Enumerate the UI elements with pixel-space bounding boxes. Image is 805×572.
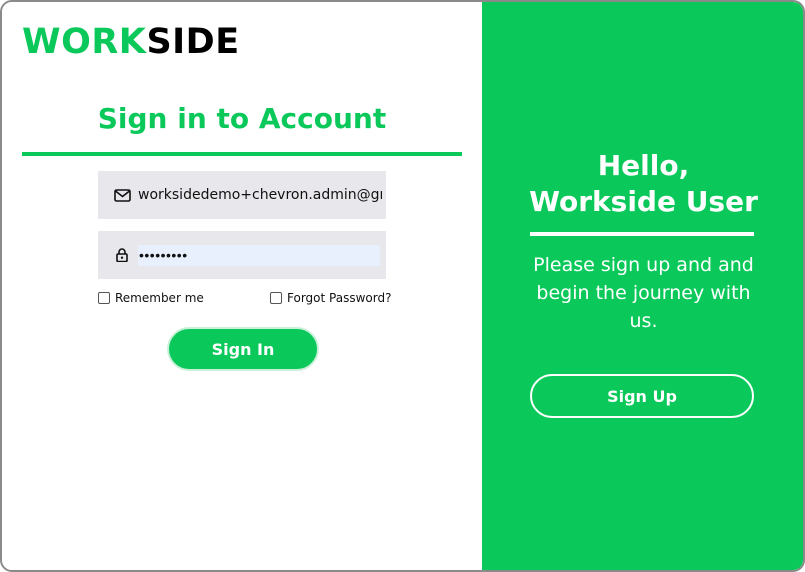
remember-me-label: Remember me [115, 291, 204, 305]
workside-logo: WORKSIDE [22, 22, 240, 62]
checkbox-box[interactable] [270, 292, 282, 304]
envelope-icon [98, 171, 138, 219]
signin-panel: WORKSIDE Sign in to Account worksidedemo… [2, 2, 482, 570]
welcome-heading-line1: Hello, [597, 149, 690, 182]
title-divider [22, 152, 462, 156]
welcome-panel: Hello, Workside User Please sign up and … [482, 2, 803, 570]
welcome-divider [530, 232, 754, 236]
app-window: WORKSIDE Sign in to Account worksidedemo… [0, 0, 805, 572]
welcome-heading: Hello, Workside User [482, 148, 803, 220]
lock-icon [98, 231, 138, 279]
remember-me-checkbox[interactable]: Remember me [98, 291, 204, 305]
email-field[interactable]: worksidedemo+chevron.admin@gmail.com [98, 171, 386, 219]
logo-part-work: WORK [22, 22, 147, 62]
forgot-password-label: Forgot Password? [287, 291, 392, 305]
page-title: Sign in to Account [97, 102, 387, 135]
welcome-message: Please sign up and and begin the journey… [533, 254, 754, 332]
sign-in-button[interactable]: Sign In [167, 327, 319, 371]
forgot-password-checkbox[interactable]: Forgot Password? [270, 291, 391, 305]
password-field[interactable]: ••••••••• [98, 231, 386, 279]
password-input[interactable]: ••••••••• [138, 244, 380, 266]
sign-up-button[interactable]: Sign Up [530, 374, 754, 418]
email-input[interactable]: worksidedemo+chevron.admin@gmail.com [138, 187, 382, 203]
checkbox-box[interactable] [98, 292, 110, 304]
welcome-heading-line2: Workside User [529, 185, 758, 218]
logo-part-side: SIDE [146, 22, 240, 62]
